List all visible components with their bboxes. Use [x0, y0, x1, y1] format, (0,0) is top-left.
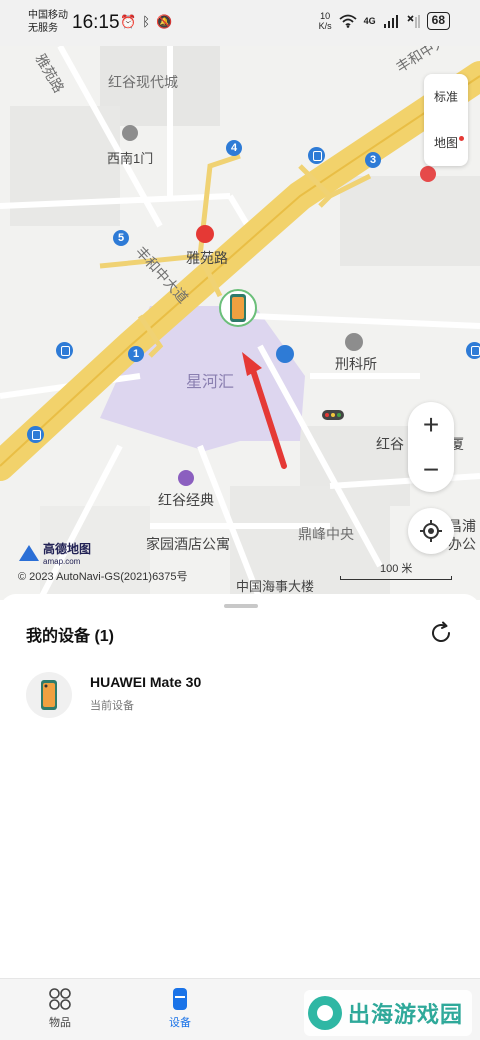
network-speed-unit: K/s [318, 21, 332, 31]
bus-stop-icon[interactable] [308, 147, 325, 164]
bus-stop-icon[interactable] [466, 342, 480, 359]
status-icons: ⏰ ᛒ 🔕 [120, 14, 172, 30]
zoom-in-button[interactable]: + [408, 402, 454, 447]
poi-label: 家园酒店公寓 [146, 536, 230, 552]
metro-station-marker[interactable]: 3 [365, 152, 381, 168]
amap-logo: 高德地图 amap.com [18, 540, 91, 566]
device-list-item[interactable]: HUAWEI Mate 30 当前设备 [26, 670, 456, 726]
device-status: 当前设备 [90, 700, 134, 712]
sheet-title: 我的设备 (1) [26, 628, 115, 645]
device-name: HUAWEI Mate 30 [90, 674, 202, 690]
crosshair-icon [420, 520, 442, 542]
area-label: 星河汇 [186, 374, 235, 391]
no-signal-icon [407, 15, 420, 28]
zoom-out-button[interactable]: − [408, 447, 454, 492]
refresh-icon[interactable] [428, 620, 454, 646]
amap-logo-domain: amap.com [43, 557, 81, 566]
map-scale-label: 100 米 [380, 563, 413, 575]
carrier-info: 中国移动 无服务 [28, 9, 68, 35]
bus-stop-icon[interactable] [56, 342, 73, 359]
map-label: 鼎峰中央 [298, 526, 354, 542]
device-icon [173, 988, 187, 1010]
standard-mode-button[interactable]: 标准 [424, 74, 468, 120]
sheet-drag-handle[interactable] [224, 604, 258, 608]
tab-items[interactable]: 物品 [30, 987, 90, 1030]
map-label: 红谷现代城 [108, 74, 178, 90]
map-label: 雅苑路 [186, 250, 228, 266]
map-copyright: © 2023 AutoNavi-GS(2021)6375号 [18, 571, 188, 583]
status-right: 10 K/s 4G 68 [319, 11, 450, 31]
poi-label: 刑科所 [335, 356, 377, 372]
network-type: 4G [363, 16, 376, 26]
layer-mode-label: 地图 [433, 136, 458, 150]
layer-mode-button[interactable]: 地图 [424, 120, 468, 166]
metro-station-marker[interactable]: 4 [226, 140, 242, 156]
carrier-service: 无服务 [28, 23, 58, 34]
map-base [0, 46, 480, 600]
network-speed-value: 10 [320, 11, 331, 21]
poi-label: 红谷 [376, 436, 404, 452]
status-time: 16:15 [72, 12, 120, 33]
map-mode-panel: 标准 地图 [424, 74, 468, 166]
bluetooth-icon: ᛒ [142, 14, 150, 29]
amap-logo-text: 高德地图 [43, 542, 92, 556]
tab-items-label: 物品 [49, 1017, 71, 1029]
signal-icon [383, 15, 398, 28]
grid-icon [49, 988, 71, 1010]
alarm-icon: ⏰ [120, 14, 137, 29]
wifi-icon [339, 14, 357, 28]
watermark-text: 出海游戏园 [348, 1002, 464, 1027]
tab-devices-label: 设备 [169, 1017, 191, 1029]
metro-station-marker[interactable]: 5 [113, 230, 129, 246]
network-speed: 10 K/s [319, 11, 332, 31]
device-sheet: 我的设备 (1) HUAWEI Mate 30 当前设备 [0, 594, 480, 978]
map-view[interactable]: 4 3 5 1 红谷现代城 雅苑路 西南1门 丰和中大道 丰和中大道 雅苑路 星… [0, 46, 480, 600]
map-scale: 100 米 [340, 560, 452, 580]
poi-label: 红谷经典 [158, 492, 214, 508]
device-thumbnail [26, 672, 72, 718]
watermark: 出海游戏园 [304, 990, 472, 1036]
locate-button[interactable] [408, 508, 454, 554]
battery-indicator: 68 [426, 12, 450, 30]
status-bar: 中国移动 无服务 16:15 ⏰ ᛒ 🔕 10 K/s 4G 68 [0, 0, 480, 46]
map-scale-bar [340, 576, 452, 580]
bus-stop-icon[interactable] [27, 426, 44, 443]
poi-label: 中国海事大楼 [236, 579, 315, 594]
metro-station-marker[interactable]: 1 [128, 346, 144, 362]
phone-icon [41, 680, 57, 710]
tab-devices[interactable]: 设备 [150, 987, 210, 1030]
new-dot-icon [459, 136, 464, 141]
amap-logo-icon [19, 545, 39, 561]
carrier-name: 中国移动 [28, 10, 68, 21]
watermark-logo-icon [308, 996, 342, 1030]
map-label: 西南1门 [107, 151, 154, 166]
zoom-control: + − [408, 402, 454, 492]
mute-icon: 🔕 [156, 14, 173, 29]
